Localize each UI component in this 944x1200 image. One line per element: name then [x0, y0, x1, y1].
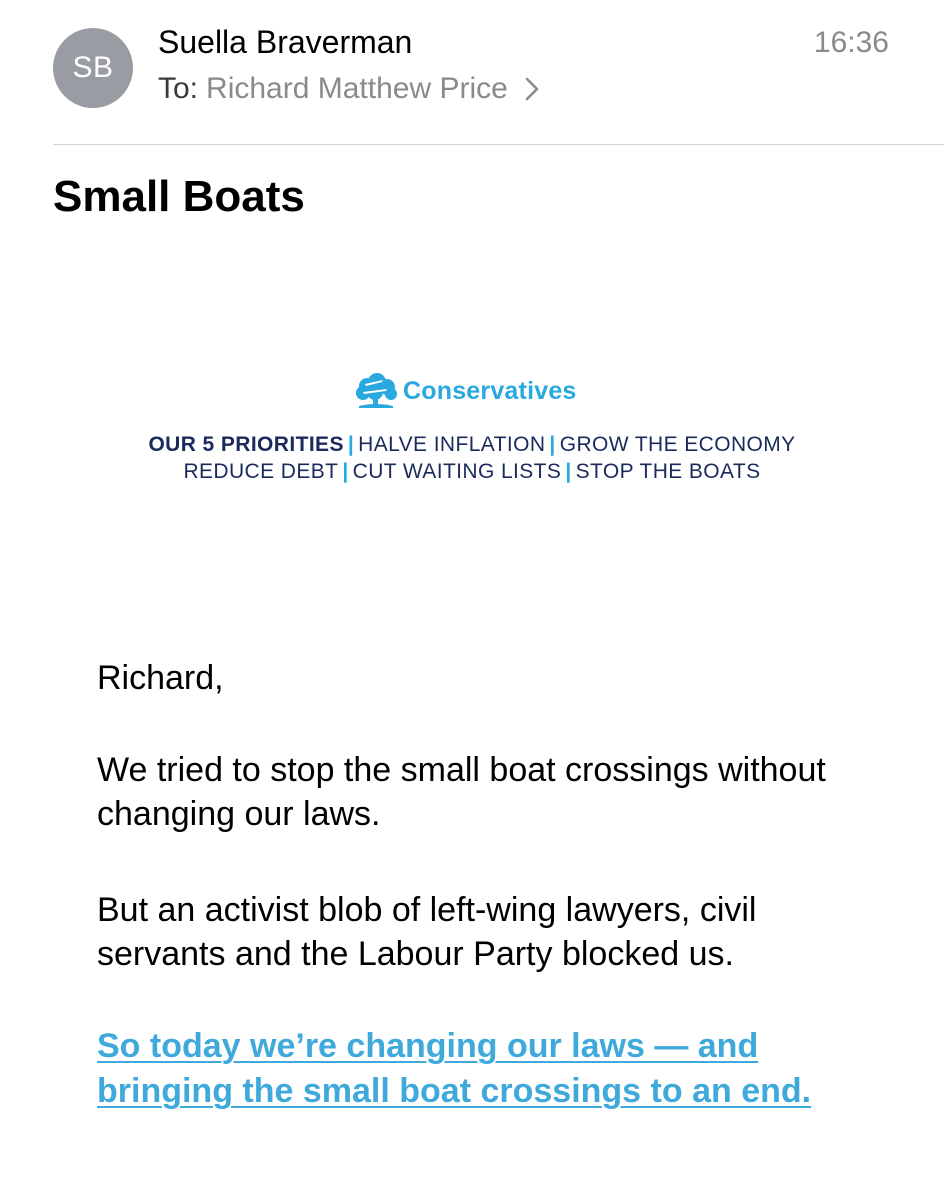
conservatives-logo: Conservatives	[353, 372, 577, 410]
email-header: SB Suella Braverman 16:36 To: Richard Ma…	[0, 0, 944, 145]
priority-item: CUT WAITING LISTS	[352, 460, 562, 483]
priority-item: STOP THE BOATS	[575, 460, 761, 483]
email-paragraph: We tried to stop the small boat crossing…	[97, 751, 826, 833]
priorities-line-2: REDUCE DEBT | CUT WAITING LISTS | STOP THE B…	[0, 460, 944, 484]
email-salutation: Richard,	[97, 659, 224, 697]
priority-item: REDUCE DEBT	[183, 460, 339, 483]
brand-name: Conservatives	[403, 376, 577, 405]
to-label: To:	[158, 72, 199, 105]
priorities-line-1: OUR 5 PRIORITIES | HALVE INFLATION | GROW TH…	[0, 433, 944, 457]
email-subject: Small Boats	[53, 172, 305, 221]
separator: |	[347, 433, 355, 456]
priorities-label: OUR 5 PRIORITIES	[148, 433, 344, 456]
recipient-name: Richard Matthew Price	[206, 72, 508, 105]
sender-name[interactable]: Suella Braverman	[158, 24, 412, 61]
separator: |	[549, 433, 556, 456]
chevron-right-icon	[520, 74, 544, 104]
priority-item: GROW THE ECONOMY	[559, 433, 796, 456]
avatar-initials: SB	[72, 51, 114, 84]
email-paragraph: But an activist blob of left-wing lawyer…	[97, 891, 757, 973]
call-to-action-link[interactable]: So today we’re changing our laws — and b…	[97, 1024, 877, 1114]
sender-avatar[interactable]: SB	[53, 28, 133, 108]
recipient-line[interactable]: To: Richard Matthew Price	[158, 72, 544, 106]
received-time: 16:36	[813, 26, 889, 59]
priority-item: HALVE INFLATION	[358, 433, 546, 456]
oak-tree-icon	[353, 372, 399, 410]
separator: |	[342, 460, 349, 483]
header-divider	[53, 144, 944, 145]
separator: |	[565, 460, 572, 483]
